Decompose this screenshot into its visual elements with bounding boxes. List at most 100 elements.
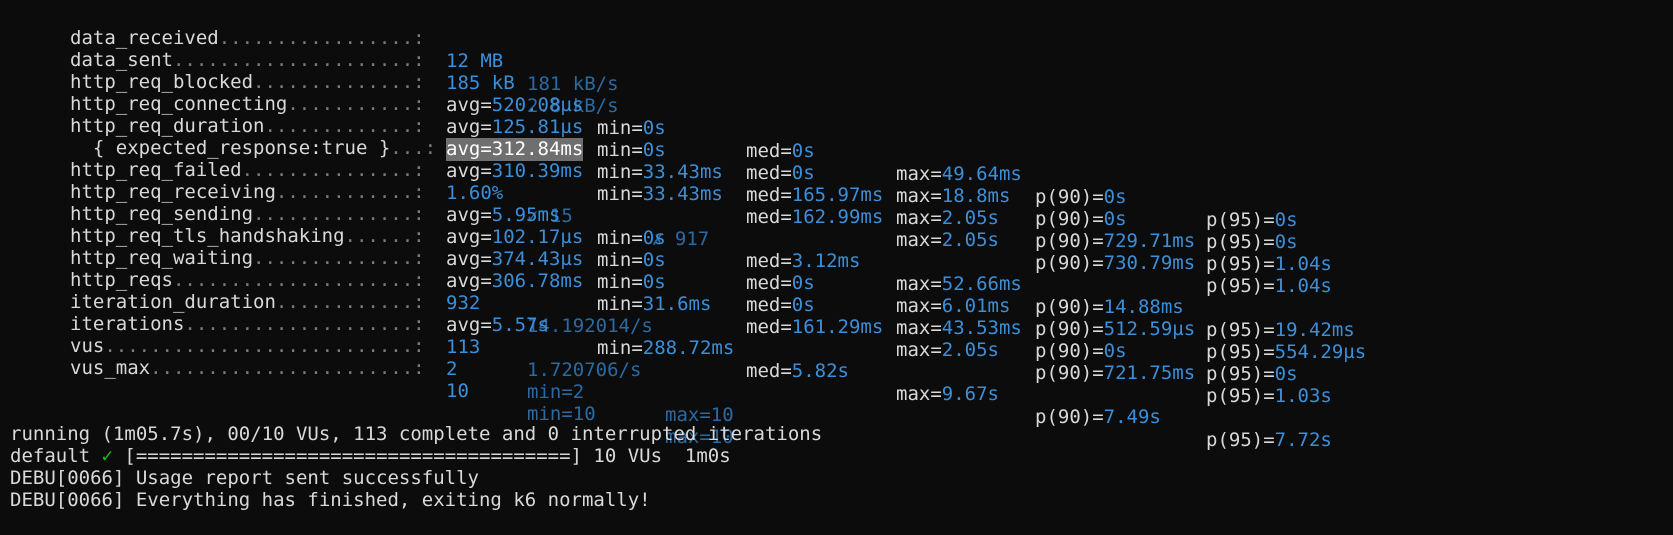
stat-med: med=165.97ms <box>746 184 884 206</box>
stat-p95: p(95)=1.04s <box>1206 253 1332 275</box>
metric-row-http-req-waiting: http_req_waiting..............: avg=306.… <box>0 224 1332 407</box>
metric-dots: ...............: <box>241 159 425 181</box>
stat-avg: avg=102.17µs <box>446 226 584 248</box>
stat-p95: p(95)=1.04s <box>1206 275 1332 297</box>
metric-name: http_req_sending <box>70 203 254 225</box>
debug-text: DEBU[0066] Everything has finished, exit… <box>10 489 651 511</box>
metric-row-vus-max: vus_max.......................: 10 min=1… <box>0 334 734 448</box>
metric-name: data_received <box>70 27 219 49</box>
metric-dots: ............: <box>275 181 425 203</box>
stat-p90: p(90)=7.49s <box>1035 406 1161 428</box>
metric-value: 2 <box>446 358 458 380</box>
metric-row-expected-response: { expected_response:true }...: avg=310.3… <box>0 114 1332 297</box>
stat-p95: p(95)=19.42ms <box>1206 319 1355 341</box>
stat-min: min=0s <box>597 117 666 139</box>
metric-dots: ............: <box>275 291 425 313</box>
stat-p95: p(95)=554.29µs <box>1206 341 1367 363</box>
metric-row-http-req-blocked: http_req_blocked..............: avg=520.… <box>0 48 1298 231</box>
metric-row-iteration-duration: iteration_duration............: avg=5.57… <box>0 268 1332 451</box>
metric-dots: .....................: <box>172 49 425 71</box>
stat-avg: avg=306.78ms <box>446 270 584 292</box>
stat-avg: avg=520.08µs <box>446 94 584 116</box>
stat-p90: p(90)=0s <box>1035 186 1127 208</box>
progress-line: default ✓ [=============================… <box>0 422 731 467</box>
stat-p95: p(95)=1.03s <box>1206 385 1332 407</box>
stat-min: min=0s <box>597 271 666 293</box>
stat-p90: p(90)=729.71ms <box>1035 230 1196 252</box>
metric-dots: ...: <box>390 137 437 159</box>
metric-dots: ...........................: <box>104 335 425 357</box>
stat-min: min=0s <box>597 139 666 161</box>
stat-min: min=33.43ms <box>597 161 723 183</box>
stat-avg: avg=5.57s <box>446 314 549 336</box>
stat-med: med=5.82s <box>746 360 849 382</box>
stat-avg-selected-text[interactable]: avg=312.84ms <box>446 138 584 161</box>
check-icon: ✓ <box>101 445 113 467</box>
metric-value: 12 MB <box>446 50 504 72</box>
metric-row-http-req-sending: http_req_sending..............: avg=102.… <box>0 180 1366 363</box>
metric-value: 113 <box>446 336 481 358</box>
stat-min: min=0s <box>597 249 666 271</box>
terminal-window[interactable]: data_received.................: 12 MB 18… <box>0 0 1673 522</box>
stat-max: max=2.05s <box>896 207 999 229</box>
stat-med: med=0s <box>746 272 815 294</box>
metric-name: iteration_duration <box>70 291 276 313</box>
stat-med: med=0s <box>746 140 815 162</box>
metric-row-vus: vus...........................: 2 min=2 … <box>0 312 734 426</box>
stat-max: max=49.64ms <box>896 163 1022 185</box>
metric-dots: ...........: <box>287 93 425 115</box>
stat-max: max=43.53ms <box>896 317 1022 339</box>
debug-line-finished: DEBU[0066] Everything has finished, exit… <box>0 466 651 511</box>
stat-max: max=18.8ms <box>896 185 1011 207</box>
metric-name: http_req_waiting <box>70 247 254 269</box>
metric-dots: ..............: <box>253 203 425 225</box>
running-status-text: running (1m05.7s), 00/10 VUs, 113 comple… <box>10 423 823 445</box>
stat-med: med=0s <box>746 162 815 184</box>
metric-min: min=2 <box>527 381 585 403</box>
metric-row-http-req-receiving: http_req_receiving............: avg=5.95… <box>0 158 1355 341</box>
stat-max: max=2.05s <box>896 339 999 361</box>
stat-max: max=9.67s <box>896 383 999 405</box>
metric-dots: .............: <box>264 115 425 137</box>
stat-max: max=52.66ms <box>896 273 1022 295</box>
stat-p90: p(90)=512.59µs <box>1035 318 1196 340</box>
metric-name: http_req_connecting <box>70 93 288 115</box>
stat-p95: p(95)=0s <box>1206 231 1298 253</box>
metric-row-data-sent: data_sent.....................: 185 kB 2… <box>0 26 619 117</box>
running-status-line: running (1m05.7s), 00/10 VUs, 113 comple… <box>0 400 822 445</box>
metric-dots: ..............: <box>253 247 425 269</box>
debug-line-usage-report: DEBU[0066] Usage report sent successfull… <box>0 444 479 489</box>
metric-rate: 1.720706/s <box>527 359 642 381</box>
metric-dots: .................: <box>218 27 425 49</box>
metric-name: http_req_blocked <box>70 71 254 93</box>
metric-value: 10 <box>446 380 469 402</box>
stat-p90: p(90)=721.75ms <box>1035 362 1196 384</box>
metric-name: http_req_tls_handshaking <box>70 225 345 247</box>
stat-p90: p(90)=0s <box>1035 208 1127 230</box>
metric-dots: .....................: <box>172 269 425 291</box>
progress-bar-text: [======================================]… <box>112 445 731 467</box>
metric-name: http_req_duration <box>70 115 265 137</box>
metric-row-http-req-failed: http_req_failed...............: 1.60% ✓ … <box>0 136 709 250</box>
metric-name: vus <box>70 335 105 357</box>
metric-dots: ......: <box>344 225 425 247</box>
stat-p95: p(95)=0s <box>1206 209 1298 231</box>
metric-value: 1.60% <box>446 182 504 204</box>
stat-min: min=33.43ms <box>597 183 723 205</box>
stat-p90: p(90)=0s <box>1035 340 1127 362</box>
stat-avg: avg=310.39ms <box>446 160 584 182</box>
metric-row-http-reqs: http_reqs.....................: 932 14.1… <box>0 246 653 337</box>
stat-avg: avg=5.95ms <box>446 204 561 226</box>
metric-value: 932 <box>446 292 481 314</box>
stat-p90: p(90)=14.88ms <box>1035 296 1184 318</box>
metric-row-http-req-connecting: http_req_connecting...........: avg=125.… <box>0 70 1298 253</box>
stat-p95: p(95)=7.72s <box>1206 429 1332 451</box>
metric-value: 185 kB <box>446 72 515 94</box>
metric-dots: .......................: <box>150 357 425 379</box>
stat-med: med=0s <box>746 294 815 316</box>
debug-text: DEBU[0066] Usage report sent successfull… <box>10 467 479 489</box>
metric-row-data-received: data_received.................: 12 MB 18… <box>0 4 619 95</box>
stat-min: min=31.6ms <box>597 293 712 315</box>
metric-dots: ....................: <box>184 313 425 335</box>
metric-name: http_reqs <box>70 269 173 291</box>
